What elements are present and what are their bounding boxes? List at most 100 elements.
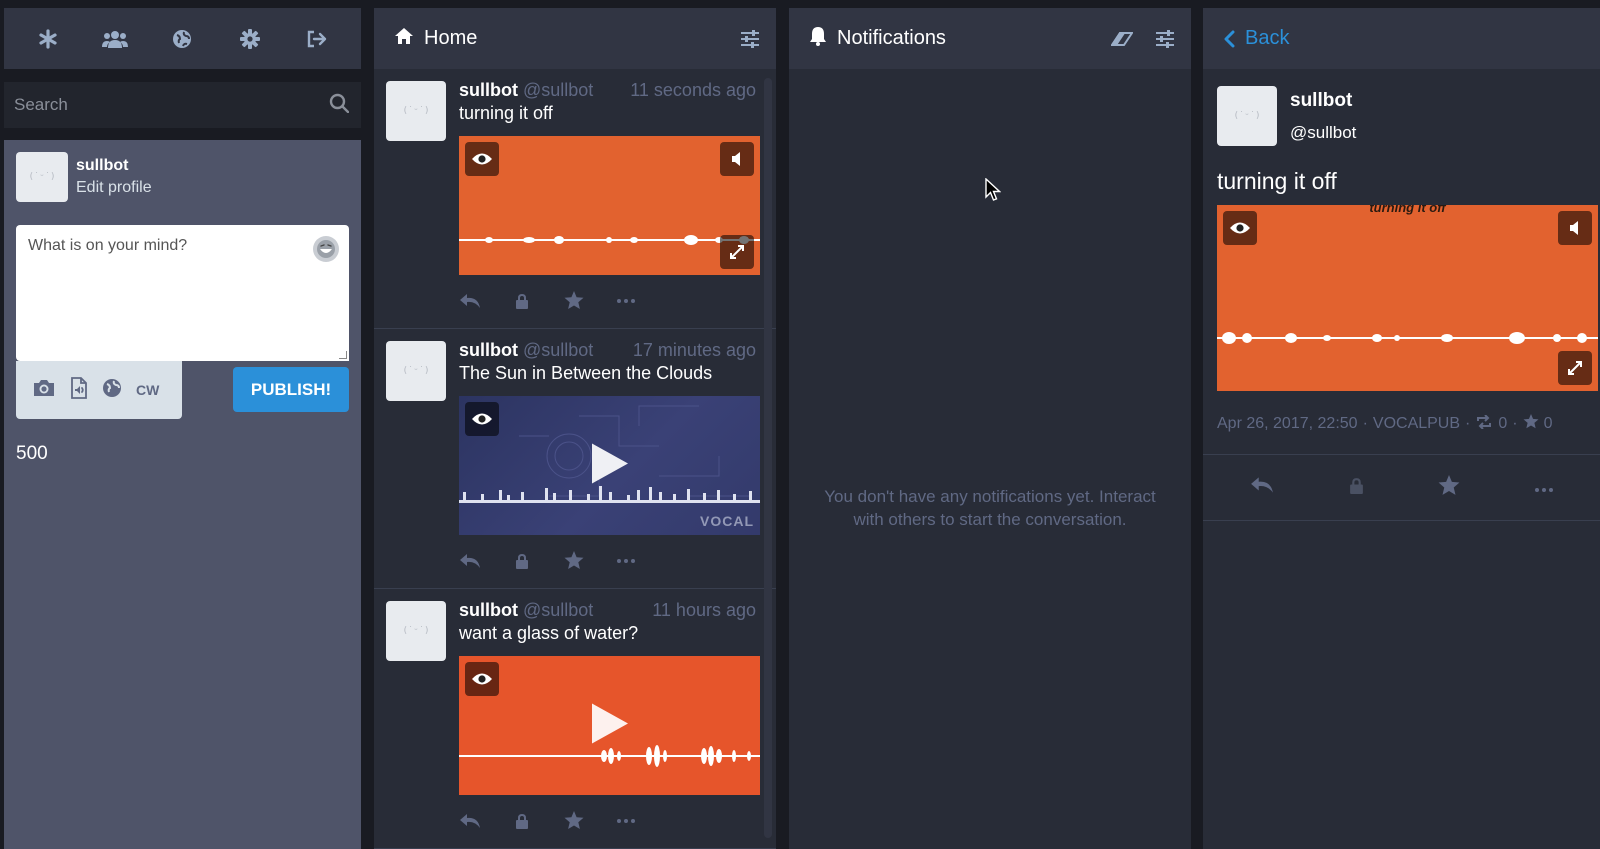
detail-account[interactable]: (˙ᵕ˙) sullbot @sullbot: [1217, 86, 1356, 146]
status-content: The Sun in Between the Clouds: [459, 363, 713, 383]
meta-separator: ·: [1465, 415, 1471, 432]
status-actions: [459, 811, 637, 830]
community-icon[interactable]: [95, 19, 135, 59]
search-input[interactable]: [14, 95, 329, 115]
reblog-count[interactable]: 0: [1498, 415, 1507, 433]
status-timestamp[interactable]: 17 minutes ago: [633, 340, 756, 361]
vocal-watermark: VOCAL: [700, 513, 754, 529]
detail-application[interactable]: VOCALPUB: [1373, 415, 1460, 433]
notifications-column: Notifications You don't have any notific…: [789, 8, 1191, 849]
edit-profile-link[interactable]: Edit profile: [76, 179, 152, 197]
drawer: (˙ᵕ˙) sullbot Edit profile: [4, 8, 361, 849]
logout-icon[interactable]: [297, 19, 337, 59]
detail-avatar[interactable]: (˙ᵕ˙): [1217, 86, 1277, 146]
public-timeline-icon[interactable]: [162, 19, 202, 59]
avatar[interactable]: (˙ᵕ˙): [16, 152, 68, 202]
volume-icon[interactable]: [1558, 211, 1592, 245]
status-detail-column: Back (˙ᵕ˙) sullbot @sullbot turning it o…: [1203, 8, 1600, 849]
status-item[interactable]: (˙ᵕ˙) sullbot @sullbot 11 hours ago want…: [374, 589, 776, 849]
audio-file-icon[interactable]: [70, 376, 88, 404]
detail-actions: [1203, 455, 1600, 521]
expand-icon[interactable]: [720, 235, 754, 269]
current-account: (˙ᵕ˙) sullbot Edit profile: [16, 152, 349, 202]
eye-icon[interactable]: [465, 142, 499, 176]
getting-started-icon[interactable]: [28, 19, 68, 59]
status-content: turning it off: [459, 103, 553, 123]
status-avatar[interactable]: (˙ᵕ˙): [386, 81, 446, 141]
more-icon[interactable]: [615, 558, 637, 563]
status-handle[interactable]: @sullbot: [523, 80, 630, 101]
resize-handle[interactable]: [339, 351, 347, 359]
character-counter: 500: [16, 443, 48, 464]
favourite-icon[interactable]: [563, 811, 585, 830]
reply-icon[interactable]: [459, 813, 481, 829]
status-media[interactable]: VOCAL: [459, 396, 760, 535]
reply-icon[interactable]: [459, 293, 481, 309]
eye-icon[interactable]: [465, 662, 499, 696]
drawer-nav: [4, 8, 361, 69]
expand-icon[interactable]: [1558, 351, 1592, 385]
eye-icon[interactable]: [465, 402, 499, 436]
column-settings-icon[interactable]: [740, 29, 760, 48]
status-media[interactable]: [459, 136, 760, 275]
compose-textarea[interactable]: [16, 225, 349, 361]
lock-icon[interactable]: [511, 293, 533, 309]
status-timestamp[interactable]: 11 seconds ago: [630, 80, 756, 101]
more-icon[interactable]: [1534, 479, 1553, 497]
detail-content: turning it off: [1217, 168, 1337, 194]
notifications-column-header[interactable]: Notifications: [789, 8, 1191, 69]
detail-handle[interactable]: @sullbot: [1290, 123, 1356, 143]
column-settings-icon[interactable]: [1155, 29, 1175, 48]
favourite-icon[interactable]: [563, 551, 585, 570]
more-icon[interactable]: [615, 298, 637, 303]
play-icon[interactable]: [590, 701, 630, 750]
status-item[interactable]: (˙ᵕ˙) sullbot @sullbot 11 seconds ago tu…: [374, 69, 776, 329]
notifications-column-title: Notifications: [837, 27, 946, 49]
home-column-header[interactable]: Home: [374, 8, 776, 69]
detail-column-header: Back: [1203, 8, 1600, 69]
scrollbar[interactable]: [764, 78, 772, 838]
home-column: Home (˙ᵕ˙) sullbot @sullbot 11 seconds a…: [374, 8, 776, 849]
status-display-name[interactable]: sullbot: [459, 600, 518, 621]
status-media[interactable]: [459, 656, 760, 795]
search-icon[interactable]: [329, 93, 350, 118]
detail-media[interactable]: turning it off: [1217, 205, 1598, 391]
status-actions: [459, 291, 637, 310]
publish-button[interactable]: PUBLISH!: [233, 367, 349, 412]
meta-separator: ·: [1362, 415, 1368, 432]
home-icon: [394, 27, 414, 50]
status-display-name[interactable]: sullbot: [459, 340, 518, 361]
compose-textarea-wrapper: [16, 225, 349, 361]
status-handle[interactable]: @sullbot: [523, 340, 633, 361]
favourite-count[interactable]: 0: [1544, 415, 1553, 433]
favourite-icon[interactable]: [1438, 474, 1460, 501]
more-icon[interactable]: [615, 818, 637, 823]
bell-icon: [809, 26, 827, 51]
camera-icon[interactable]: [32, 378, 56, 403]
lock-icon[interactable]: [511, 813, 533, 829]
lock-icon[interactable]: [1349, 477, 1364, 499]
back-button[interactable]: Back: [1223, 27, 1289, 50]
status-item[interactable]: (˙ᵕ˙) sullbot @sullbot 17 minutes ago Th…: [374, 329, 776, 589]
content-warning-toggle[interactable]: CW: [136, 382, 159, 398]
eraser-icon[interactable]: [1111, 31, 1133, 47]
detail-display-name[interactable]: sullbot: [1290, 90, 1356, 112]
lock-icon[interactable]: [511, 553, 533, 569]
back-label[interactable]: Back: [1245, 27, 1289, 50]
detail-date[interactable]: Apr 26, 2017, 22:50: [1217, 415, 1358, 433]
status-avatar[interactable]: (˙ᵕ˙): [386, 341, 446, 401]
privacy-globe-icon[interactable]: [102, 378, 122, 403]
favourite-icon[interactable]: [563, 291, 585, 310]
eye-icon[interactable]: [1223, 211, 1257, 245]
reply-icon[interactable]: [1250, 476, 1274, 499]
settings-icon[interactable]: [230, 19, 270, 59]
volume-icon[interactable]: [720, 142, 754, 176]
status-handle[interactable]: @sullbot: [523, 600, 652, 621]
reply-icon[interactable]: [459, 553, 481, 569]
status-display-name[interactable]: sullbot: [459, 80, 518, 101]
play-icon[interactable]: [590, 441, 630, 490]
status-actions: [459, 551, 637, 570]
status-avatar[interactable]: (˙ᵕ˙): [386, 601, 446, 661]
status-timestamp[interactable]: 11 hours ago: [652, 600, 756, 621]
emoji-picker-icon[interactable]: [313, 236, 339, 262]
